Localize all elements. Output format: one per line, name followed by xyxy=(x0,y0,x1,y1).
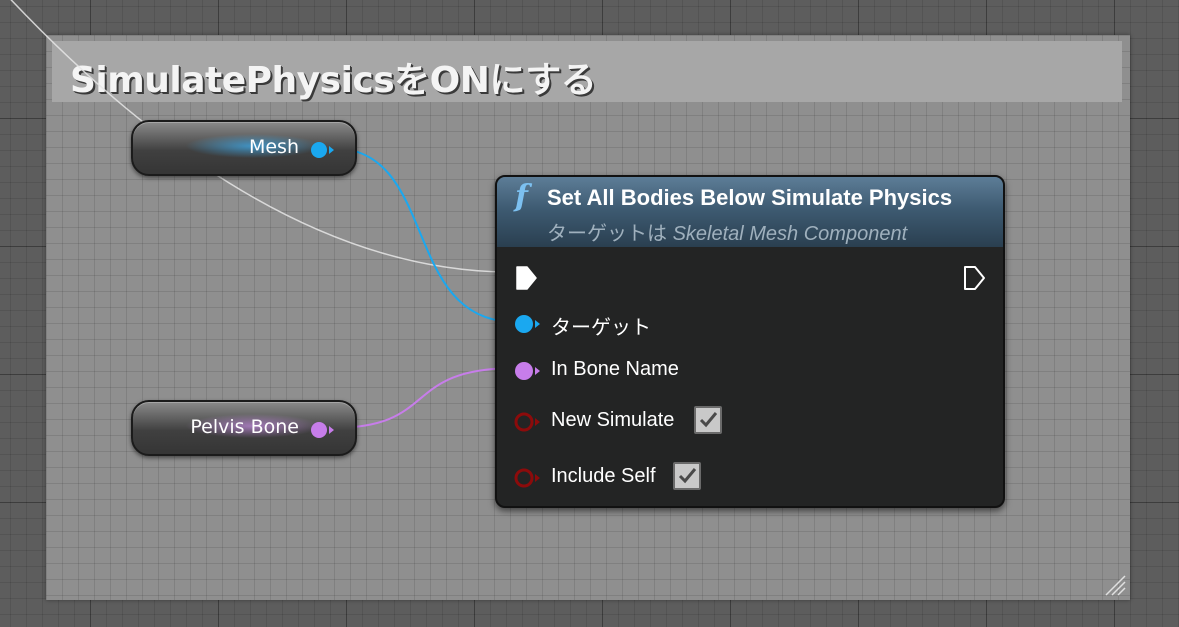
in-bone-name-pin-icon[interactable] xyxy=(513,360,541,382)
include-self-pin-icon[interactable] xyxy=(513,467,541,489)
target-pin-label: ターゲット xyxy=(551,317,651,339)
include-self-checkbox[interactable] xyxy=(673,462,701,490)
new-simulate-checkbox[interactable] xyxy=(694,406,722,434)
comment-title[interactable]: SimulatePhysicsをONにする xyxy=(70,51,597,103)
function-node-subtitle: ターゲットは Skeletal Mesh Component xyxy=(547,217,907,246)
function-icon: f xyxy=(515,179,528,214)
in-bone-name-pin-label: In Bone Name xyxy=(551,358,679,380)
subtitle-target-class: Skeletal Mesh Component xyxy=(672,223,908,245)
checkmark-icon xyxy=(678,468,697,484)
new-simulate-pin-label: New Simulate xyxy=(551,409,675,431)
mesh-variable-node[interactable]: Mesh xyxy=(131,120,357,176)
set-all-bodies-below-simulate-physics-node[interactable]: f Set All Bodies Below Simulate Physics … xyxy=(495,175,1005,508)
checkmark-icon xyxy=(699,412,718,428)
function-node-header[interactable]: f Set All Bodies Below Simulate Physics … xyxy=(497,177,1003,247)
comment-header[interactable]: SimulatePhysicsをONにする xyxy=(52,41,1122,102)
exec-output-pin-icon[interactable] xyxy=(963,265,987,291)
new-simulate-pin-icon[interactable] xyxy=(513,411,541,433)
function-node-title: Set All Bodies Below Simulate Physics xyxy=(547,185,953,210)
target-pin-icon[interactable] xyxy=(513,313,541,335)
pelvis-bone-variable-label: Pelvis Bone xyxy=(190,416,299,438)
exec-input-pin-icon[interactable] xyxy=(515,265,539,291)
include-self-pin-label: Include Self xyxy=(551,465,656,487)
subtitle-prefix: ターゲットは xyxy=(547,223,667,245)
mesh-output-pin-icon[interactable] xyxy=(309,140,337,160)
pelvis-bone-variable-node[interactable]: Pelvis Bone xyxy=(131,400,357,456)
pelvis-bone-output-pin-icon[interactable] xyxy=(309,420,337,440)
resize-grip-icon[interactable] xyxy=(1102,572,1126,596)
mesh-variable-label: Mesh xyxy=(248,136,299,158)
